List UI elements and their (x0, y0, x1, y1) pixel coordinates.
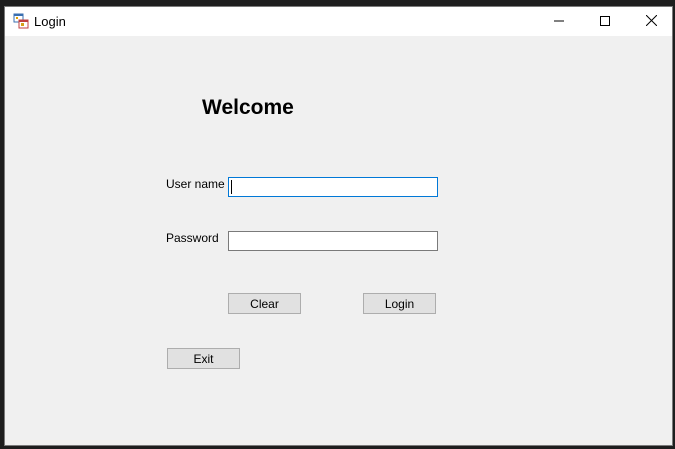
clear-button[interactable]: Clear (228, 293, 301, 314)
text-caret (231, 180, 232, 194)
windows-form-icon (13, 13, 29, 29)
password-field[interactable] (228, 231, 438, 251)
password-label: Password (166, 231, 219, 245)
form-client-area: Welcome User name Password Clear Login E… (5, 36, 672, 445)
login-button[interactable]: Login (363, 293, 436, 314)
maximize-button[interactable] (582, 7, 628, 36)
exit-button[interactable]: Exit (167, 348, 240, 369)
minimize-icon (554, 13, 564, 31)
minimize-button[interactable] (536, 7, 582, 36)
window-title: Login (34, 14, 66, 29)
welcome-heading: Welcome (202, 96, 294, 119)
close-button[interactable] (628, 7, 674, 36)
title-bar[interactable]: Login (5, 7, 672, 36)
maximize-icon (600, 13, 610, 31)
login-window: Login Welcome User name Password Clear L… (4, 6, 673, 446)
username-field[interactable] (228, 177, 438, 197)
username-label: User name (166, 177, 225, 191)
close-icon (645, 13, 657, 31)
